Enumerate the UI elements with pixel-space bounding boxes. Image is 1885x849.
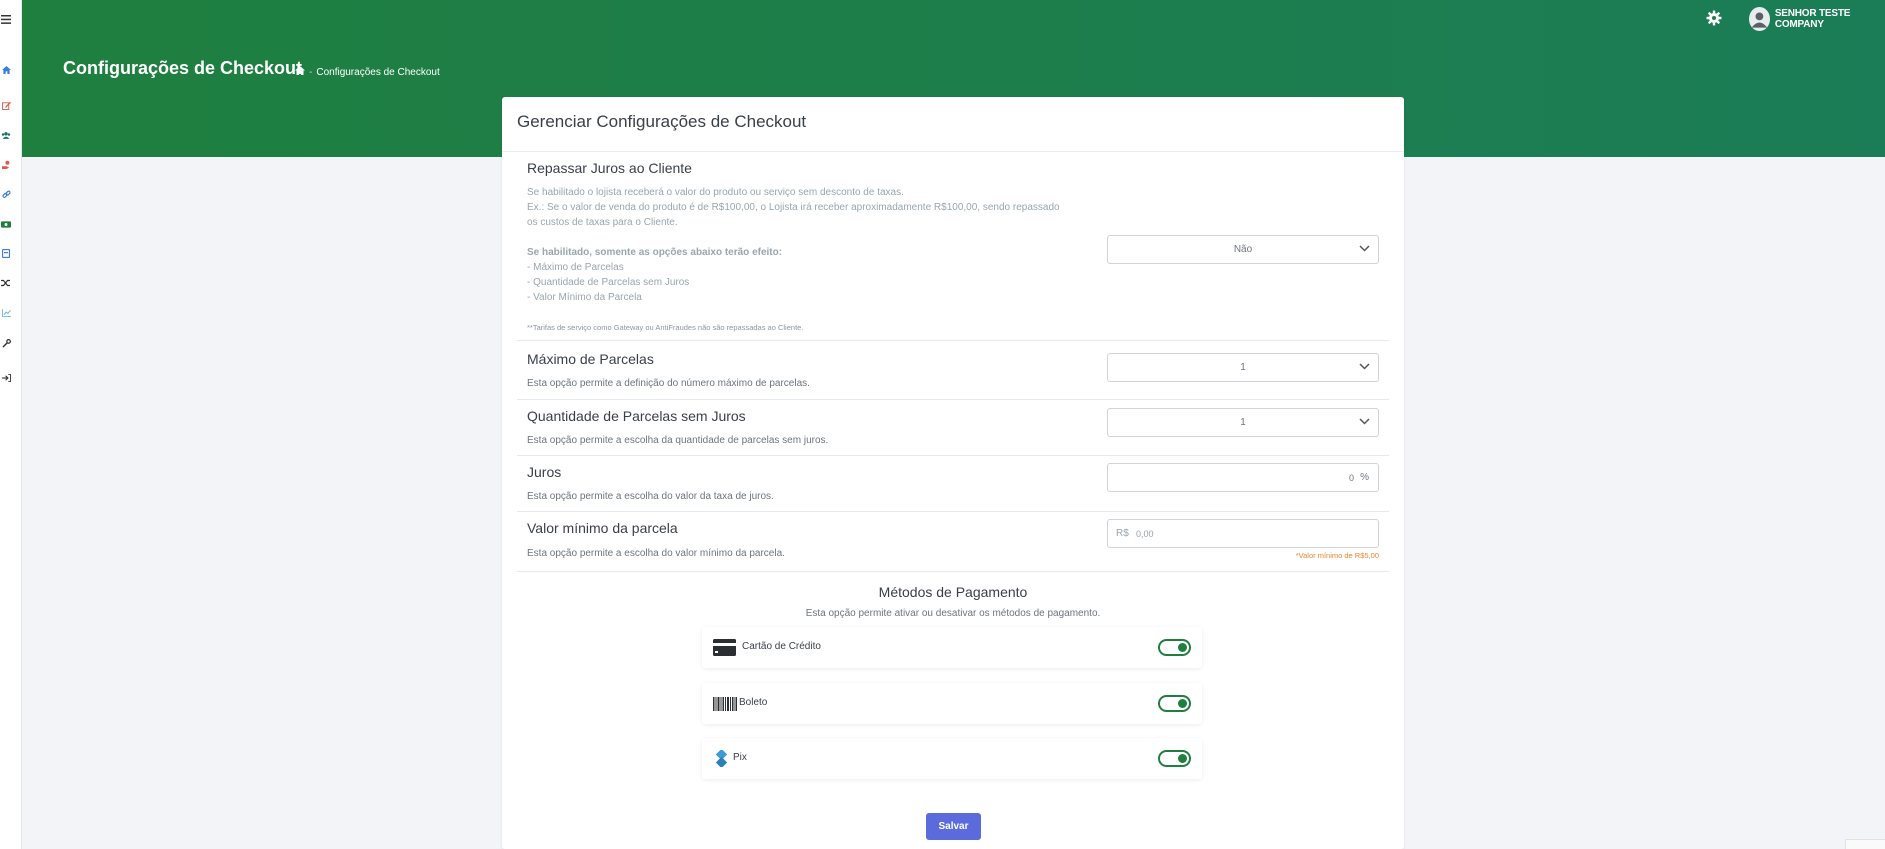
credit-card-icon	[713, 639, 736, 661]
valor-minimo-hint: *Valor mínimo de R$5,00	[1295, 551, 1379, 560]
toggle-knob	[1178, 643, 1187, 652]
breadcrumb-current: Configurações de Checkout	[316, 66, 440, 78]
valor-minimo-row: Valor mínimo da parcela Esta opção permi…	[517, 512, 1389, 572]
sidebar	[0, 0, 22, 849]
juros-unit: %	[1360, 472, 1369, 483]
juros-desc: Esta opção permite a escolha do valor da…	[527, 491, 774, 502]
max-parcelas-select[interactable]: 1	[1107, 353, 1379, 382]
max-parcelas-row: Máximo de Parcelas Esta opção permite a …	[517, 341, 1389, 400]
credit-card-toggle[interactable]	[1158, 639, 1191, 656]
users-icon[interactable]	[0, 129, 12, 141]
payment-method-boleto: Boleto	[702, 683, 1202, 724]
parcelas-sem-juros-row: Quantidade de Parcelas sem Juros Esta op…	[517, 400, 1389, 456]
payment-methods-title: Métodos de Pagamento	[878, 584, 1028, 600]
juros-value: 0	[1348, 473, 1354, 483]
repassar-juros-note: **Tarifas de serviço como Gateway ou Ant…	[527, 323, 804, 332]
avatar-icon	[1749, 7, 1770, 31]
repassar-juros-effect-3: - Valor Mínimo da Parcela	[527, 292, 642, 303]
menu-toggle-icon[interactable]	[0, 13, 12, 25]
repassar-juros-desc-3: os custos de taxas para o Cliente.	[527, 217, 678, 228]
payment-method-label: Cartão de Crédito	[742, 641, 821, 652]
max-parcelas-selected: 1	[1240, 362, 1246, 373]
checkout-settings-card: Gerenciar Configurações de Checkout Repa…	[502, 97, 1404, 849]
repassar-juros-effect-2: - Quantidade de Parcelas sem Juros	[527, 277, 690, 288]
repassar-juros-row: Repassar Juros ao Cliente Se habilitado …	[517, 153, 1389, 341]
wrench-icon[interactable]	[0, 337, 12, 349]
home-icon[interactable]	[0, 64, 12, 76]
repassar-juros-effect-1: - Máximo de Parcelas	[527, 262, 624, 273]
barcode-icon	[713, 697, 737, 716]
scroll-corner	[1845, 839, 1885, 849]
chart-icon[interactable]	[0, 307, 12, 319]
valor-minimo-prefix: R$	[1116, 528, 1129, 539]
repassar-juros-select[interactable]: Não	[1107, 235, 1379, 264]
parcelas-sem-juros-selected: 1	[1240, 417, 1246, 428]
chevron-down-icon	[1359, 362, 1370, 373]
payment-method-label: Boleto	[739, 697, 768, 708]
link-icon[interactable]	[0, 188, 12, 200]
toggle-knob	[1178, 754, 1187, 763]
card-title: Gerenciar Configurações de Checkout	[517, 112, 807, 131]
payment-method-pix: Pix	[702, 738, 1202, 779]
repassar-juros-title: Repassar Juros ao Cliente	[527, 160, 692, 176]
repassar-juros-desc-2: Ex.: Se o valor de venda do produto é de…	[527, 202, 1060, 213]
settings-gear-icon[interactable]	[1706, 10, 1722, 26]
juros-input[interactable]: 0 %	[1107, 463, 1379, 492]
pix-toggle[interactable]	[1158, 750, 1191, 767]
edit-icon[interactable]	[0, 99, 12, 111]
valor-minimo-placeholder: 0,00	[1136, 529, 1154, 539]
repassar-juros-effect-title: Se habilitado, somente as opções abaixo …	[527, 247, 783, 258]
chevron-down-icon	[1359, 244, 1370, 255]
parcelas-sem-juros-title: Quantidade de Parcelas sem Juros	[527, 408, 746, 424]
juros-row: Juros Esta opção permite a escolha do va…	[517, 456, 1389, 512]
max-parcelas-desc: Esta opção permite a definição do número…	[527, 378, 810, 389]
parcelas-sem-juros-desc: Esta opção permite a escolha da quantida…	[527, 435, 829, 446]
save-button[interactable]: Salvar	[926, 813, 981, 840]
max-parcelas-title: Máximo de Parcelas	[527, 351, 654, 367]
money-icon[interactable]	[0, 218, 12, 230]
shuffle-icon[interactable]	[0, 277, 12, 289]
payment-method-label: Pix	[733, 752, 747, 763]
toggle-knob	[1178, 699, 1187, 708]
card-header: Gerenciar Configurações de Checkout	[502, 97, 1404, 152]
breadcrumb-home-icon[interactable]	[295, 66, 305, 78]
repassar-juros-desc-1: Se habilitado o lojista receberá o valor…	[527, 187, 904, 198]
boleto-toggle[interactable]	[1158, 695, 1191, 712]
valor-minimo-title: Valor mínimo da parcela	[527, 520, 678, 536]
valor-minimo-desc: Esta opção permite a escolha do valor mí…	[527, 548, 785, 559]
juros-title: Juros	[527, 464, 562, 480]
breadcrumb-separator: -	[309, 66, 313, 78]
user-menu[interactable]: SENHOR TESTE COMPANY	[1749, 7, 1885, 31]
user-name: SENHOR TESTE COMPANY	[1774, 8, 1851, 30]
logout-icon[interactable]	[0, 372, 12, 384]
page-title: Configurações de Checkout	[63, 58, 303, 78]
valor-minimo-input[interactable]: R$ 0,00	[1107, 519, 1379, 548]
payment-methods-desc: Esta opção permite ativar ou desativar o…	[805, 608, 1101, 619]
payment-method-credit-card: Cartão de Crédito	[702, 627, 1202, 668]
parcelas-sem-juros-select[interactable]: 1	[1107, 408, 1379, 437]
box-icon[interactable]	[0, 247, 12, 259]
repassar-juros-selected: Não	[1233, 244, 1253, 255]
chevron-down-icon	[1359, 417, 1370, 428]
hand-coin-icon[interactable]	[0, 158, 12, 170]
pix-icon	[713, 748, 730, 772]
breadcrumb: - Configurações de Checkout	[295, 66, 440, 78]
